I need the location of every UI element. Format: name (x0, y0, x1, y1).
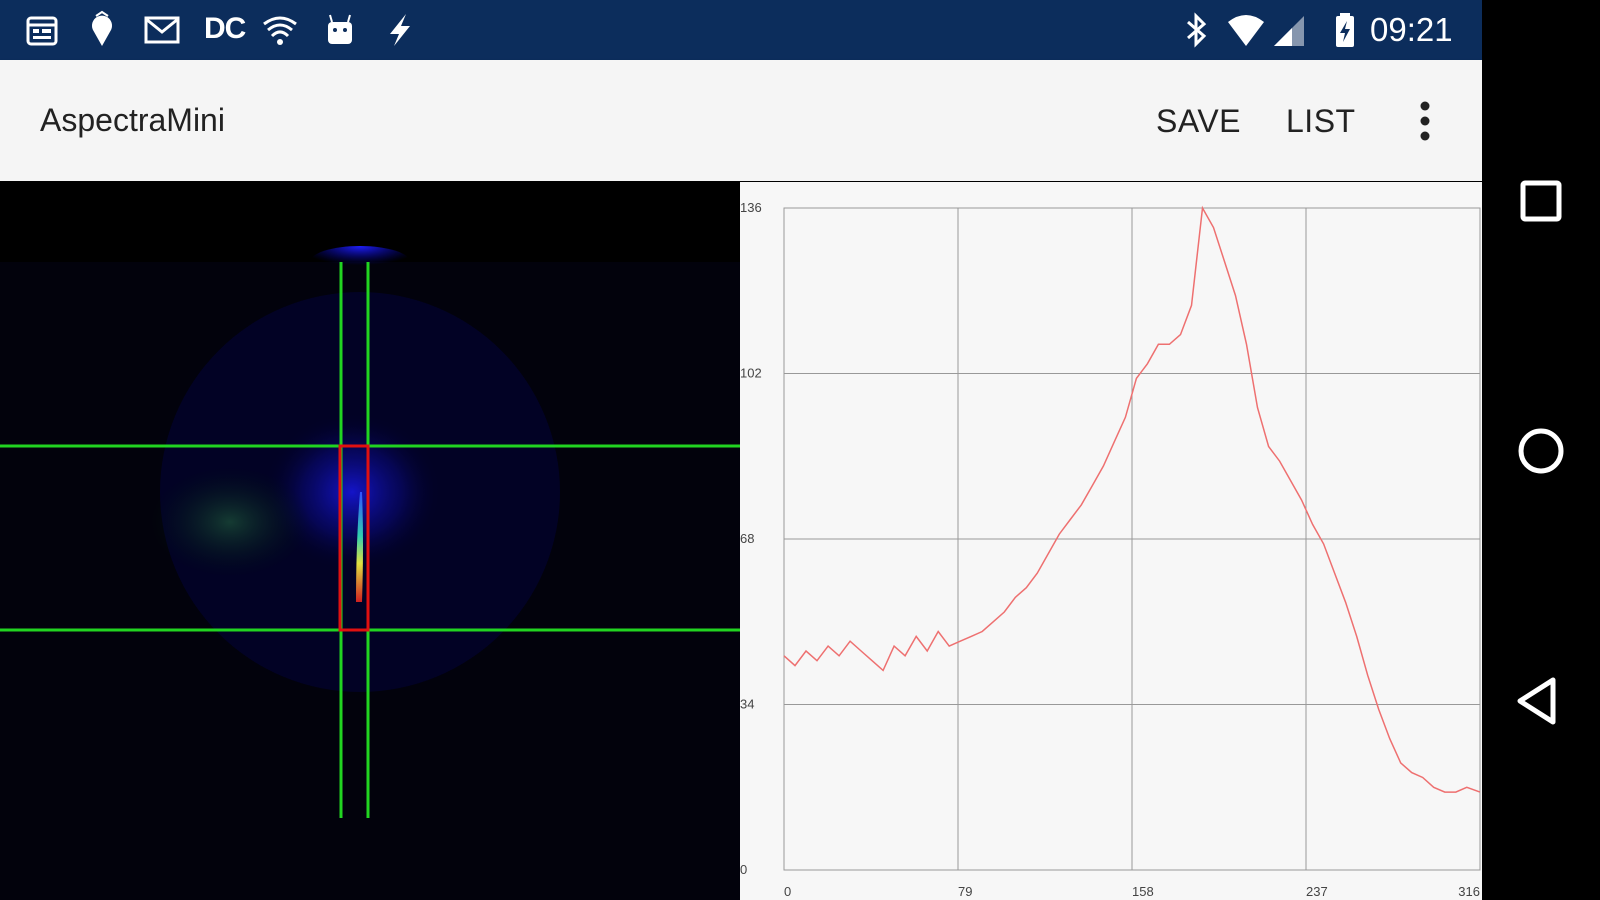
gmail-icon (142, 10, 182, 50)
battery-charging-icon (1328, 10, 1368, 50)
cell-signal-icon (1270, 10, 1310, 50)
navigation-bar (1482, 0, 1600, 900)
recents-square-icon[interactable] (1506, 166, 1576, 236)
android-icon (320, 10, 360, 50)
spectrum-chart[interactable]: 0 79 158 237 316 136 102 68 34 0 (740, 182, 1482, 900)
camera-preview[interactable] (0, 182, 740, 900)
y-tick-label: 136 (740, 200, 762, 215)
location-pin-icon (82, 10, 122, 50)
wifi-icon (1226, 10, 1266, 50)
x-tick-label: 79 (958, 884, 972, 899)
bluetooth-icon (1176, 10, 1216, 50)
dc-icon: DC (204, 12, 246, 45)
clock: 09:21 (1370, 11, 1453, 48)
flash-icon (380, 10, 420, 50)
app-title: AspectraMini (40, 102, 225, 138)
app-bar: AspectraMini SAVE LIST (0, 60, 1482, 181)
x-tick-label: 237 (1306, 884, 1328, 899)
y-tick-label: 0 (740, 862, 747, 877)
x-tick-label: 316 (1458, 884, 1480, 899)
home-circle-icon[interactable] (1506, 416, 1576, 486)
y-tick-label: 34 (740, 697, 754, 712)
x-tick-label: 158 (1132, 884, 1154, 899)
calendar-icon (22, 10, 62, 50)
more-vert-icon[interactable] (1410, 96, 1440, 146)
y-tick-label: 102 (740, 366, 762, 381)
back-triangle-icon[interactable] (1506, 666, 1576, 736)
top-light-spot (310, 246, 410, 278)
status-bar: DC 09:21 (0, 0, 1482, 60)
green-light-glow (150, 467, 310, 577)
list-button[interactable]: LIST (1286, 103, 1356, 140)
signal-waves-icon (260, 10, 300, 50)
y-tick-label: 68 (740, 531, 754, 546)
x-tick-label: 0 (784, 884, 791, 899)
chart-canvas: 0 79 158 237 316 136 102 68 34 0 (740, 200, 1481, 899)
save-button[interactable]: SAVE (1156, 103, 1241, 140)
